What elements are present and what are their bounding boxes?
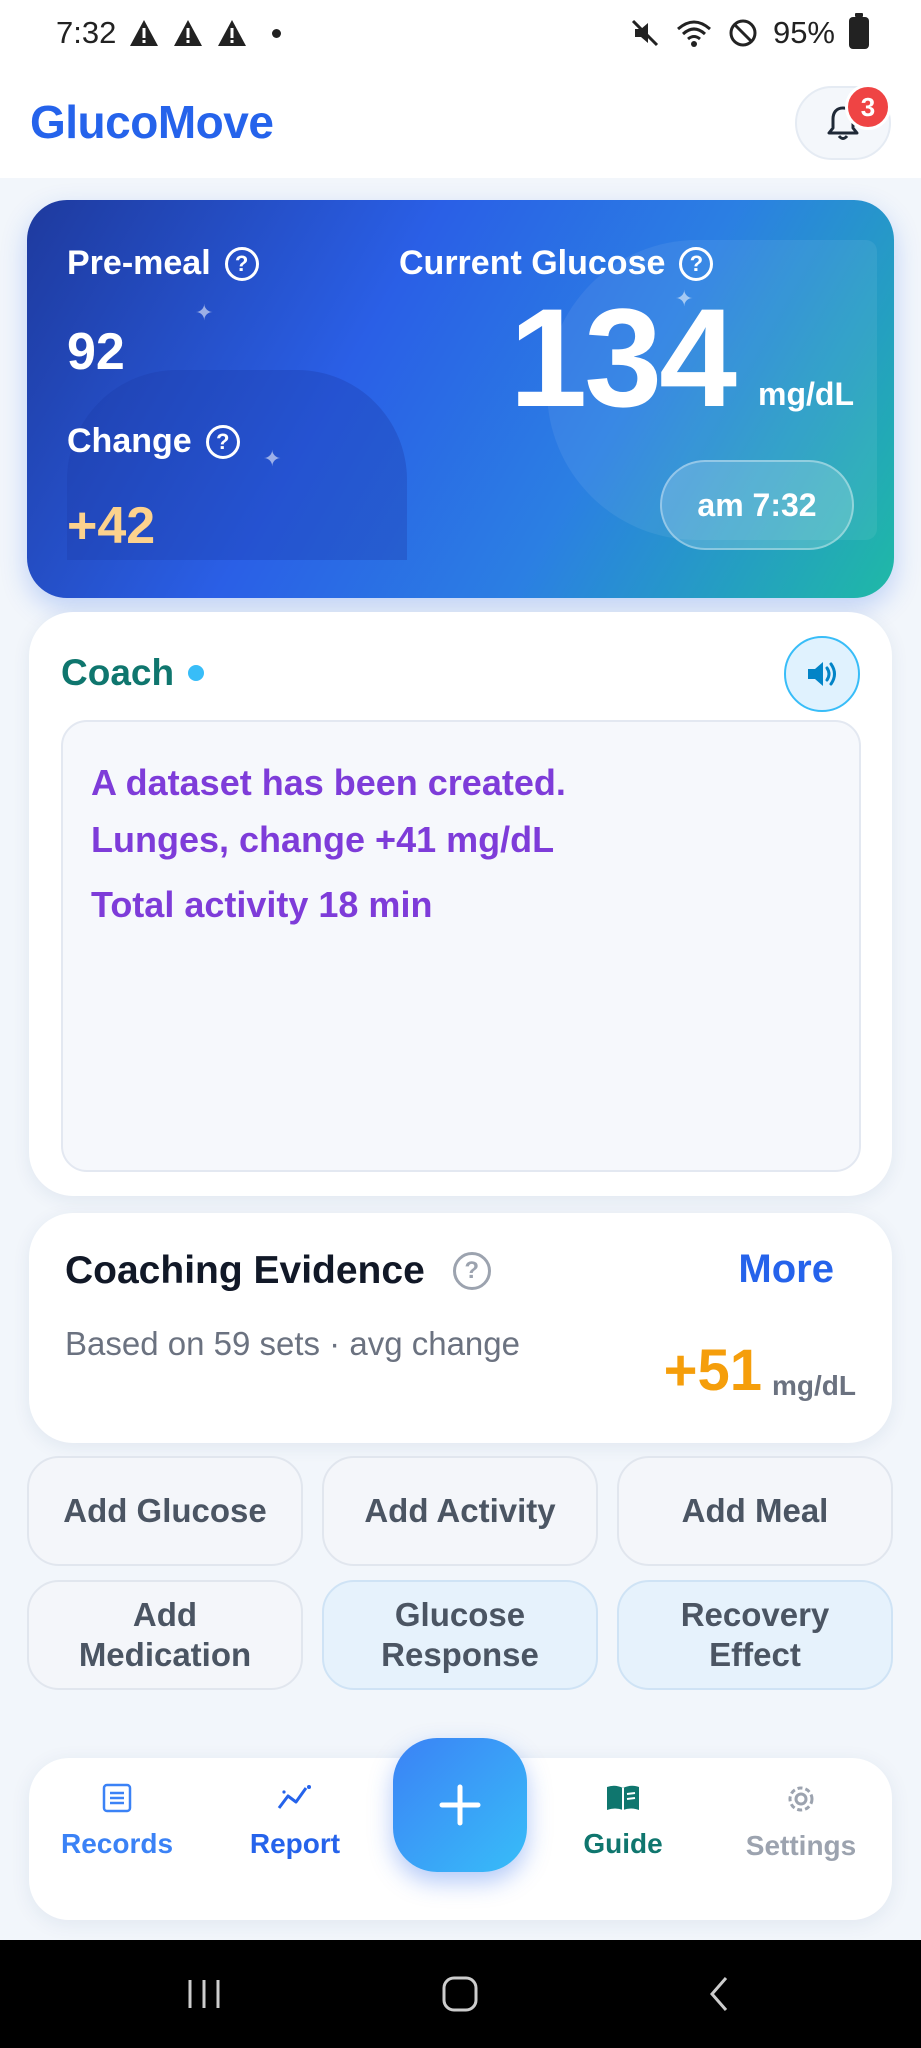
evidence-title: Coaching Evidence ? <box>65 1249 491 1293</box>
nav-report-label: Report <box>249 1828 341 1859</box>
nav-settings-label: Settings <box>745 1830 857 1861</box>
recovery-effect-button[interactable]: Recovery Effect <box>617 1580 893 1690</box>
coach-message-line: A dataset has been created. <box>91 762 566 803</box>
warning-icon <box>218 20 247 46</box>
coach-title: Coach <box>61 652 205 694</box>
back-icon[interactable] <box>700 1974 740 2014</box>
glucose-summary-card[interactable]: ✦ ✦ ✦ Pre-meal ? 92 Change ? +42 Current… <box>27 200 894 598</box>
nav-settings[interactable]: Settings <box>721 1782 881 1862</box>
evidence-subtitle: Based on 59 sets · avg change <box>65 1325 520 1362</box>
current-glucose-label: Current Glucose ? <box>399 244 714 283</box>
change-label: Change ? <box>67 422 240 461</box>
book-icon <box>607 1785 639 1810</box>
sparkle-icon: ✦ <box>263 446 282 471</box>
help-icon[interactable]: ? <box>679 246 714 281</box>
home-icon[interactable] <box>440 1974 480 2014</box>
nav-guide[interactable]: Guide <box>543 1782 703 1860</box>
notification-badge: 3 <box>845 84 891 130</box>
notifications-button[interactable]: 3 <box>795 84 891 160</box>
speaker-icon <box>808 662 836 686</box>
system-navigation-bar <box>0 1940 921 2048</box>
add-medication-button[interactable]: Add Medication <box>27 1580 303 1690</box>
nav-records-label: Records <box>60 1828 174 1859</box>
battery-percent: 95% <box>772 15 835 50</box>
plus-icon <box>439 1784 481 1826</box>
nav-records[interactable]: Records <box>37 1782 197 1860</box>
status-bar: 7:32 95% <box>0 0 921 66</box>
current-glucose-value: 134 <box>509 279 737 436</box>
mute-icon <box>631 19 659 47</box>
add-meal-button[interactable]: Add Meal <box>617 1456 893 1566</box>
help-icon[interactable]: ? <box>224 246 259 281</box>
evidence-unit: mg/dL <box>772 1370 856 1401</box>
add-fab-button[interactable] <box>393 1738 527 1872</box>
change-label-text: Change <box>67 422 192 460</box>
help-icon[interactable]: ? <box>205 424 240 459</box>
speaker-button[interactable] <box>784 636 860 712</box>
coach-message-line: Total activity 18 min <box>91 884 433 925</box>
live-indicator-icon <box>188 665 205 681</box>
evidence-title-text: Coaching Evidence <box>65 1249 425 1292</box>
coach-message-line: Lunges, change +41 mg/dL <box>91 819 555 860</box>
reading-time-pill[interactable]: am 7:32 <box>660 460 854 550</box>
coaching-evidence-card: Coaching Evidence ? More Based on 59 set… <box>29 1213 892 1443</box>
nav-report[interactable]: Report <box>215 1782 375 1860</box>
pre-meal-label: Pre-meal ? <box>67 244 259 283</box>
wifi-icon <box>676 20 711 47</box>
coach-card: Coach A dataset has been created. Lunges… <box>29 612 892 1196</box>
sparkle-icon: ✦ <box>195 300 214 325</box>
current-glucose-label-text: Current Glucose <box>399 244 666 282</box>
pre-meal-label-text: Pre-meal <box>67 244 211 282</box>
warning-icon <box>174 20 203 46</box>
do-not-disturb-icon <box>729 19 757 47</box>
add-glucose-button[interactable]: Add Glucose <box>27 1456 303 1566</box>
glucose-unit: mg/dL <box>758 376 854 412</box>
coach-title-text: Coach <box>61 652 175 693</box>
nav-guide-label: Guide <box>583 1828 663 1859</box>
gear-icon <box>788 1786 814 1812</box>
app-logo: GlucoMove <box>30 96 274 148</box>
more-link[interactable]: More <box>738 1247 834 1292</box>
records-icon <box>102 1783 132 1813</box>
evidence-avg-change: +51 <box>663 1338 762 1403</box>
notification-dot-icon <box>272 28 282 38</box>
app-header: GlucoMove 3 <box>0 66 921 178</box>
coach-message-box: A dataset has been created. Lunges, chan… <box>61 720 861 1172</box>
pre-meal-value: 92 <box>67 323 125 381</box>
trend-chart-icon <box>277 1785 311 1809</box>
battery-icon <box>849 13 869 49</box>
add-activity-button[interactable]: Add Activity <box>322 1456 598 1566</box>
warning-icon <box>130 20 159 46</box>
help-icon[interactable]: ? <box>452 1252 491 1290</box>
recent-apps-icon[interactable] <box>184 1974 224 2014</box>
change-value: +42 <box>67 497 156 555</box>
status-time: 7:32 <box>56 15 117 50</box>
glucose-response-button[interactable]: Glucose Response <box>322 1580 598 1690</box>
